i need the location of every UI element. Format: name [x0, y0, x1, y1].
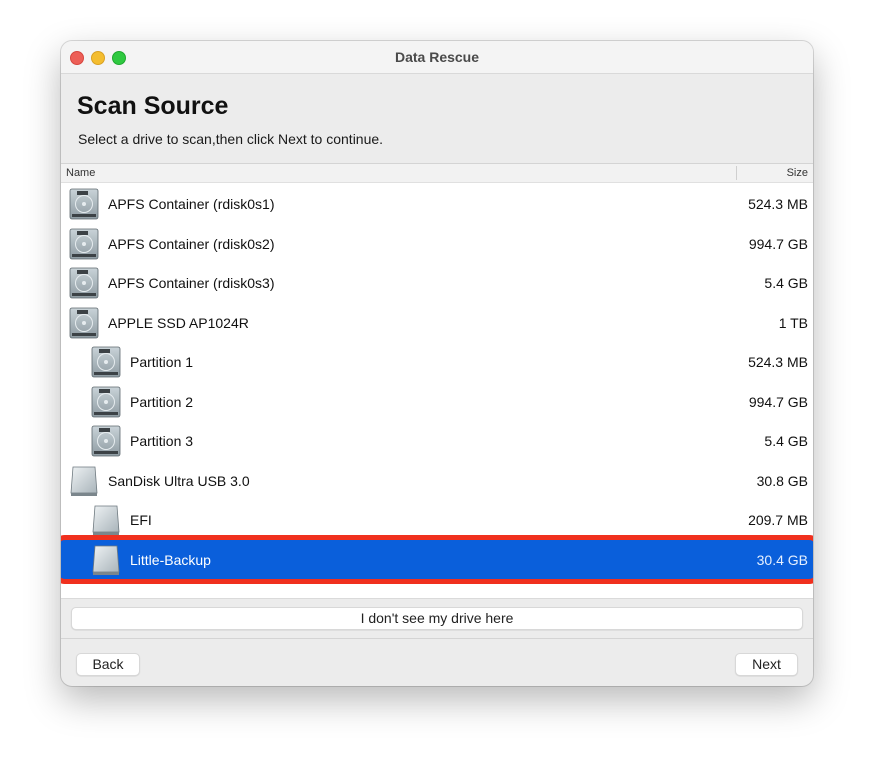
- drive-row[interactable]: APFS Container (rdisk0s3) 5.4 GB: [61, 263, 813, 303]
- internal-disk-icon: [68, 228, 100, 260]
- internal-disk-icon: [68, 267, 100, 299]
- internal-disk-icon: [68, 188, 100, 220]
- internal-disk-icon: [90, 425, 122, 457]
- column-header-size[interactable]: Size: [787, 167, 808, 179]
- table-header: Name Size: [61, 164, 813, 183]
- drive-row[interactable]: APFS Container (rdisk0s2) 994.7 GB: [61, 224, 813, 264]
- drive-row[interactable]: Partition 3 5.4 GB: [61, 421, 813, 461]
- drive-row[interactable]: SanDisk Ultra USB 3.0 30.8 GB: [61, 461, 813, 501]
- title-bar: Data Rescue: [61, 41, 813, 74]
- external-disk-icon: [68, 465, 100, 497]
- divider: [61, 638, 813, 639]
- drive-row[interactable]: EFI 209.7 MB: [61, 500, 813, 540]
- external-disk-icon: [90, 544, 122, 576]
- next-button[interactable]: Next: [735, 653, 798, 676]
- internal-disk-icon: [90, 386, 122, 418]
- drive-size: 994.7 GB: [748, 393, 808, 410]
- drive-row-selected[interactable]: Little-Backup 30.4 GB: [61, 534, 813, 584]
- drive-name: Partition 2: [130, 393, 194, 410]
- drive-name: Partition 1: [130, 354, 194, 370]
- external-disk-icon: [90, 504, 122, 536]
- drive-name: SanDisk Ultra USB 3.0: [108, 472, 250, 489]
- drive-size: 5.4 GB: [764, 275, 808, 291]
- page-subtitle: Select a drive to scan,then click Next t…: [78, 131, 384, 147]
- drive-size: 994.7 GB: [748, 235, 808, 252]
- back-button[interactable]: Back: [76, 653, 140, 676]
- internal-disk-icon: [68, 307, 100, 339]
- drive-name: APPLE SSD AP1024R: [108, 314, 249, 331]
- drive-size: 30.8 GB: [756, 472, 808, 489]
- drive-size: 209.7 MB: [748, 512, 808, 528]
- drive-name: EFI: [130, 512, 152, 528]
- page-title: Scan Source: [77, 92, 229, 120]
- drive-name: APFS Container (rdisk0s3): [108, 275, 275, 291]
- drive-size: 524.3 MB: [748, 354, 808, 370]
- column-divider[interactable]: [736, 166, 737, 180]
- drive-name: APFS Container (rdisk0s1): [108, 196, 275, 212]
- drive-size: 5.4 GB: [764, 433, 808, 449]
- internal-disk-icon: [90, 346, 122, 378]
- drive-name: Partition 3: [130, 433, 194, 449]
- drive-size: 1 TB: [778, 314, 808, 331]
- drive-row[interactable]: APFS Container (rdisk0s1) 524.3 MB: [61, 184, 813, 224]
- drive-size: 524.3 MB: [748, 196, 808, 212]
- window-title: Data Rescue: [394, 49, 480, 65]
- drive-table: Name Size APFS Container (rdisk0s1) 524.3…: [61, 163, 813, 599]
- drive-size: 30.4 GB: [756, 551, 808, 568]
- drive-name: Little-Backup: [130, 551, 211, 568]
- drive-name: APFS Container (rdisk0s2): [108, 235, 275, 252]
- column-header-name[interactable]: Name: [66, 167, 95, 179]
- divider: [61, 598, 813, 599]
- app-window: Data Rescue Scan Source Select a drive t…: [61, 41, 813, 686]
- drive-row[interactable]: APPLE SSD AP1024R 1 TB: [61, 303, 813, 343]
- drive-not-listed-button[interactable]: I don't see my drive here: [71, 607, 803, 630]
- drive-row[interactable]: Partition 2 994.7 GB: [61, 382, 813, 422]
- drive-row[interactable]: Partition 1 524.3 MB: [61, 342, 813, 382]
